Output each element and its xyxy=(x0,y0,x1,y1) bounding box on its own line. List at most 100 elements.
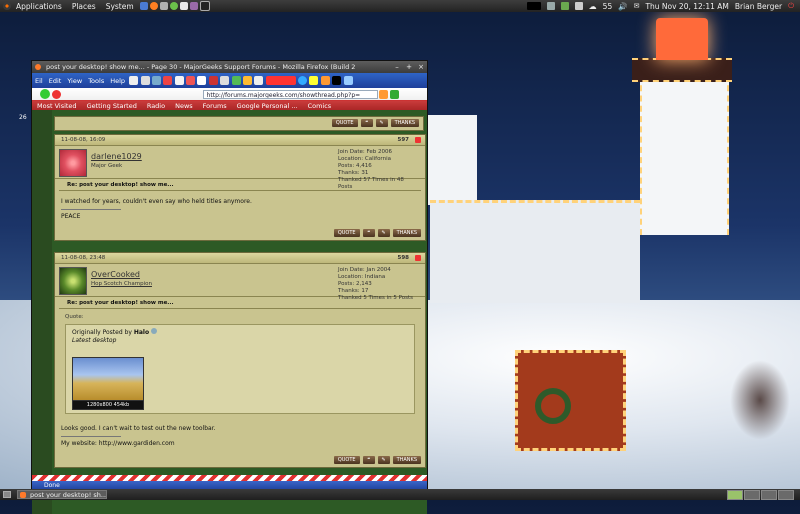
thanks-count: Thanks: 17 xyxy=(338,288,369,294)
menu-help[interactable]: Help xyxy=(107,77,128,85)
close-button[interactable]: × xyxy=(417,63,425,71)
workspace-1[interactable] xyxy=(727,490,743,500)
post-header: 11-08-08, 16:09 597 xyxy=(55,135,425,146)
url-input[interactable]: http://forums.majorgeeks.com/showthread.… xyxy=(202,89,378,99)
ornament-red-icon xyxy=(52,89,62,99)
shutdown-icon[interactable]: ⏻ xyxy=(788,1,794,11)
report-icon[interactable] xyxy=(415,255,421,261)
search-engine-icon[interactable] xyxy=(390,89,400,99)
multi-quote-button[interactable]: ❝ xyxy=(362,229,375,237)
panel-user[interactable]: Brian Berger xyxy=(735,2,782,11)
forum-post: 11-08-08, 23:48 598 OverCooked Hop Scotc… xyxy=(54,252,426,468)
reload-icon[interactable] xyxy=(151,76,161,85)
back-icon[interactable] xyxy=(129,76,139,85)
mail-icon[interactable]: ✉ xyxy=(634,2,640,10)
menu-edit[interactable]: Edit xyxy=(46,77,65,85)
forward-icon[interactable] xyxy=(140,76,150,85)
wallpaper-lighthouse-gallery xyxy=(632,58,732,82)
ornament-green-icon xyxy=(40,89,50,99)
bookmark-comics[interactable]: Comics xyxy=(303,102,337,110)
wallpaper-keepers-house xyxy=(430,200,640,303)
post-signature[interactable]: My website: http://www.gardiden.com xyxy=(61,439,419,448)
tool-icon[interactable] xyxy=(242,76,252,85)
network-icon[interactable] xyxy=(546,2,555,10)
launcher-mail-icon[interactable] xyxy=(159,2,168,10)
spam-icon[interactable] xyxy=(265,76,296,85)
settings-icon[interactable] xyxy=(254,76,264,85)
thanks-button[interactable]: THANKS xyxy=(392,229,421,237)
multi-quote-button[interactable]: ❝ xyxy=(360,119,373,127)
post-number[interactable]: 598 xyxy=(398,253,409,263)
extra-icon[interactable] xyxy=(343,76,353,85)
workspace-4[interactable] xyxy=(778,490,794,500)
quick-reply-button[interactable]: ✎ xyxy=(377,229,390,237)
battery-icon[interactable] xyxy=(574,2,583,10)
launcher-help-icon[interactable] xyxy=(139,2,148,10)
multi-quote-button[interactable]: ❝ xyxy=(362,456,375,464)
launcher-chat-icon[interactable] xyxy=(169,2,178,10)
addon-icon[interactable] xyxy=(231,76,241,85)
workspace-3[interactable] xyxy=(761,490,777,500)
quote-block: Originally Posted by Halo Latest desktop… xyxy=(65,324,415,414)
applications-menu[interactable]: Applications xyxy=(11,2,67,11)
bookmark-icon[interactable] xyxy=(186,76,196,85)
launcher-terminal-icon[interactable] xyxy=(199,1,210,11)
rss-feed-icon[interactable] xyxy=(378,89,388,99)
bookmark-google-personal[interactable]: Google Personal ... xyxy=(232,102,303,110)
top-panel: Applications Places System ☁ 55 🔊 ✉ Thu … xyxy=(0,0,800,12)
rss-icon[interactable] xyxy=(320,76,330,85)
show-desktop-icon[interactable] xyxy=(3,491,11,498)
stop-icon[interactable] xyxy=(163,76,173,85)
view-post-icon[interactable] xyxy=(151,328,158,334)
quote-button[interactable]: QUOTE xyxy=(333,229,360,237)
bookmark-news[interactable]: News xyxy=(170,102,198,110)
font-icon[interactable] xyxy=(332,76,342,85)
firefox-titlebar[interactable]: post your desktop! show me... - Page 30 … xyxy=(32,61,427,73)
update-icon[interactable] xyxy=(560,2,569,10)
history-icon[interactable] xyxy=(197,76,207,85)
quote-button[interactable]: QUOTE xyxy=(331,119,358,127)
taskbar-firefox-task[interactable]: post your desktop! sh... xyxy=(17,490,107,499)
maximize-button[interactable]: + xyxy=(405,63,413,71)
chat-icon[interactable] xyxy=(309,76,319,85)
report-icon[interactable] xyxy=(415,137,421,143)
page-content[interactable]: QUOTE ❝ ✎ THANKS 11-08-08, 16:09 597 dar… xyxy=(32,110,427,514)
post-username[interactable]: darlene1029 xyxy=(91,152,142,161)
menu-file[interactable]: Eil xyxy=(32,77,46,85)
print-icon[interactable] xyxy=(220,76,230,85)
volume-icon[interactable]: 🔊 xyxy=(618,2,627,11)
post-username[interactable]: OverCooked xyxy=(91,270,140,279)
attachment-thumbnail[interactable] xyxy=(72,357,144,401)
post-signature: PEACE xyxy=(61,213,81,220)
home-icon[interactable] xyxy=(174,76,184,85)
quote-button[interactable]: QUOTE xyxy=(333,456,360,464)
launcher-photos-icon[interactable] xyxy=(189,2,198,10)
menu-tools[interactable]: Tools xyxy=(85,77,107,85)
thanks-button[interactable]: THANKS xyxy=(390,119,419,127)
bookmark-getting-started[interactable]: Getting Started xyxy=(82,102,142,110)
bookmark-radio[interactable]: Radio xyxy=(142,102,170,110)
workspace-2[interactable] xyxy=(744,490,760,500)
volume-level[interactable]: 55 xyxy=(603,2,613,11)
thanks-count: Thanks: 31 xyxy=(338,170,369,176)
panel-clock[interactable]: Thu Nov 20, 12:11 AM xyxy=(645,2,728,11)
weather-cloud-icon[interactable]: ☁ xyxy=(589,2,597,11)
post-number[interactable]: 597 xyxy=(398,135,409,145)
post-body: Looks good. I can't wait to test out the… xyxy=(55,418,425,454)
minimize-button[interactable]: – xyxy=(393,63,401,71)
launcher-firefox-icon[interactable] xyxy=(149,2,158,10)
gnome-foot-icon[interactable] xyxy=(3,2,11,10)
bookmark-forums[interactable]: Forums xyxy=(198,102,232,110)
globe-icon[interactable] xyxy=(298,76,308,85)
thanks-button[interactable]: THANKS xyxy=(392,456,421,464)
workspace-preview-icon[interactable] xyxy=(526,2,541,10)
bookmark-most-visited[interactable]: Most Visited xyxy=(32,102,82,110)
quick-reply-button[interactable]: ✎ xyxy=(375,119,388,127)
places-menu[interactable]: Places xyxy=(67,2,101,11)
wallpaper-lighthouse-tower xyxy=(640,75,729,235)
system-menu[interactable]: System xyxy=(101,2,139,11)
download-icon[interactable] xyxy=(208,76,218,85)
quick-reply-button[interactable]: ✎ xyxy=(377,456,390,464)
menu-view[interactable]: Yiew xyxy=(64,77,85,85)
launcher-editor-icon[interactable] xyxy=(179,2,188,10)
